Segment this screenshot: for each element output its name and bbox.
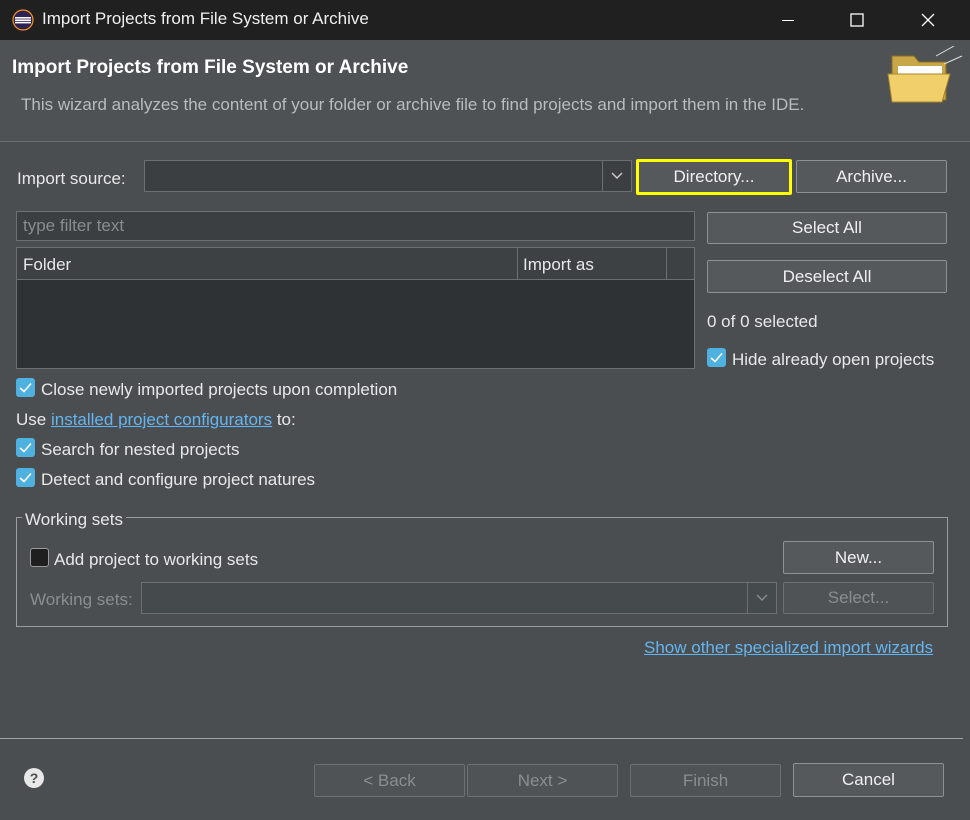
nested-checkbox[interactable] [16,438,35,457]
folder-open-icon [887,46,963,103]
checkmark-icon [19,382,32,393]
import-source-combo[interactable] [144,160,632,192]
deselect-all-button[interactable]: Deselect All [707,260,947,293]
next-button[interactable]: Next > [467,764,618,797]
wizard-description: This wizard analyzes the content of your… [21,95,805,114]
window-title: Import Projects from File System or Arch… [42,9,369,28]
eclipse-icon [12,9,34,31]
back-button[interactable]: < Back [314,764,465,797]
finish-button[interactable]: Finish [630,764,781,797]
configurators-line: Use installed project configurators to: [16,410,296,430]
use-suffix: to: [276,410,296,429]
add-to-working-sets-label[interactable]: Add project to working sets [54,550,258,570]
wizard-title: Import Projects from File System or Arch… [12,57,409,78]
natures-label[interactable]: Detect and configure project natures [41,470,315,490]
column-import-as[interactable]: Import as [523,255,594,275]
maximize-button[interactable] [822,0,892,40]
configurators-link[interactable]: installed project configurators [51,410,272,429]
working-sets-group-label: Working sets [22,510,126,530]
working-sets-label: Working sets: [30,590,133,609]
hide-open-checkbox[interactable] [707,348,726,367]
minimize-icon [782,20,794,21]
maximize-icon [850,13,864,27]
wizard-header [0,40,970,142]
close-after-checkbox[interactable] [16,378,35,397]
cancel-button[interactable]: Cancel [793,763,944,797]
hide-open-label[interactable]: Hide already open projects [732,350,934,370]
nested-label[interactable]: Search for nested projects [41,440,239,460]
working-sets-combo[interactable] [141,582,777,614]
checkmark-icon [19,442,32,453]
specialized-wizards-link[interactable]: Show other specialized import wizards [644,638,933,658]
add-to-working-sets-checkbox[interactable] [30,548,49,567]
projects-table[interactable]: Folder Import as [16,247,695,369]
new-working-set-button[interactable]: New... [783,541,934,574]
column-divider [517,248,518,279]
filter-input[interactable]: type filter text [16,211,695,241]
checkmark-icon [19,472,32,483]
select-all-button[interactable]: Select All [707,212,947,244]
close-after-label[interactable]: Close newly imported projects upon compl… [41,380,397,400]
import-source-label: Import source: [17,169,126,188]
help-icon[interactable]: ? [24,768,44,788]
minimize-button[interactable] [753,0,823,40]
footer-divider [0,738,963,739]
archive-button[interactable]: Archive... [796,160,947,193]
select-working-sets-button[interactable]: Select... [783,582,934,614]
chevron-down-icon[interactable] [602,161,631,191]
directory-button[interactable]: Directory... [636,159,792,195]
filter-placeholder: type filter text [23,216,125,235]
close-window-button[interactable] [893,0,963,40]
close-icon [921,13,935,27]
column-folder[interactable]: Folder [23,255,71,275]
natures-checkbox[interactable] [16,468,35,487]
selection-status: 0 of 0 selected [707,312,818,331]
checkmark-icon [710,352,723,363]
column-divider [666,248,667,279]
use-prefix: Use [16,410,47,429]
chevron-down-icon[interactable] [747,583,776,613]
